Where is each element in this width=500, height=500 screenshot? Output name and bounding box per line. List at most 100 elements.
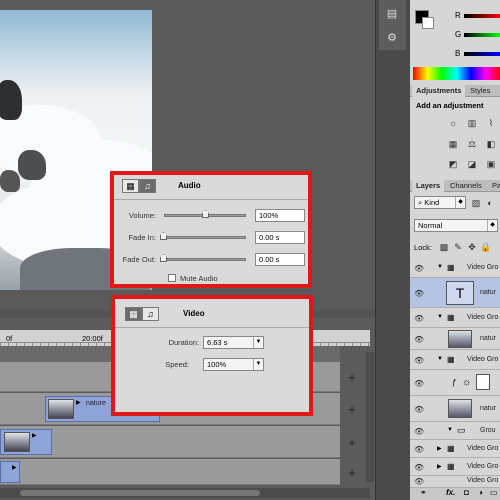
lock-transparent-icon[interactable]: ▩ (438, 241, 450, 253)
video-clip[interactable]: ▶ (0, 461, 20, 483)
layer-row[interactable]: 👁 ▼ ▦ Video Gro (410, 350, 500, 370)
lock-all-icon[interactable]: 🔒 (480, 241, 492, 253)
layer-row-selected[interactable]: 👁 T natur (410, 278, 500, 308)
fade-in-slider[interactable] (164, 236, 246, 239)
tab-paths[interactable]: Pa (488, 180, 500, 192)
kind-filter[interactable]: ⌕ Kind ◆ (414, 196, 466, 209)
expand-arrow-icon[interactable]: ▼ (437, 264, 443, 270)
link-icon[interactable]: ⚭ (420, 488, 427, 497)
folder-icon[interactable]: ▭ (490, 488, 498, 497)
fade-out-label: Fade Out: (122, 255, 156, 264)
eye-icon[interactable]: 👁 (414, 477, 424, 486)
layer-row[interactable]: 👁 ▶ ▦ Video Gro (410, 458, 500, 476)
eye-icon[interactable]: 👁 (414, 463, 424, 472)
video-toggle-icon[interactable]: ▦ (122, 179, 139, 193)
add-media-button[interactable]: + (345, 466, 359, 480)
hue-icon[interactable]: ▦ (447, 138, 459, 150)
threshold-icon[interactable]: ◪ (466, 158, 478, 170)
curves-icon[interactable]: ⌇ (485, 117, 497, 129)
eye-icon[interactable]: 👁 (414, 379, 424, 388)
tab-adjustments[interactable]: Adjustments (412, 85, 466, 97)
layer-name: natur (480, 335, 496, 342)
collapse-arrow-icon[interactable]: ▶ (437, 463, 442, 470)
red-slider[interactable] (464, 14, 500, 18)
fade-out-input[interactable]: 0.00 s (255, 253, 305, 266)
properties-icon[interactable]: ⚙ (382, 30, 402, 46)
layer-row[interactable]: 👁 ▶ ▦ Video Gro (410, 440, 500, 458)
timeline-scrollbar[interactable] (0, 488, 370, 498)
layer-row[interactable]: 👁 ▼ ▦ Video Gro (410, 258, 500, 278)
layer-row[interactable]: 👁 Video Gro (410, 476, 500, 488)
audio-dialog: ▦ ♫ Audio Volume: 100% Fade In: 0.00 s F… (110, 171, 312, 288)
eye-icon[interactable]: 👁 (414, 335, 424, 344)
scrollbar-thumb[interactable] (20, 490, 260, 496)
duration-select[interactable]: 6.63 s ▼ (203, 336, 264, 349)
layer-row[interactable]: 👁 natur (410, 396, 500, 422)
history-icon[interactable]: ▤ (382, 6, 402, 22)
blend-mode-select[interactable]: Normal ◆ (414, 219, 498, 232)
fade-in-input[interactable]: 0.00 s (255, 231, 305, 244)
layer-row[interactable]: 👁 ƒ ☼ (410, 370, 500, 396)
volume-label: Volume: (128, 211, 156, 220)
video-clip[interactable]: ▶ (0, 429, 52, 455)
layer-row[interactable]: 👁 ▼ ▦ Video Gro (410, 308, 500, 328)
eye-icon[interactable]: 👁 (414, 405, 424, 414)
eye-icon[interactable]: 👁 (414, 356, 424, 365)
mute-audio-checkbox[interactable] (168, 274, 176, 282)
clip-thumbnail (48, 399, 74, 419)
brightness-icon[interactable]: ☼ (447, 117, 459, 129)
speed-select[interactable]: 100% ▼ (203, 358, 264, 371)
layer-row[interactable]: 👁 ▼ ▭ Grou (410, 422, 500, 440)
clip-menu-arrow-icon[interactable]: ▶ (76, 399, 81, 406)
clip-thumbnail (4, 432, 30, 452)
adjustment-layer-icon[interactable]: ◑ (478, 488, 483, 497)
audio-toggle-icon[interactable]: ♫ (139, 179, 156, 193)
collapse-arrow-icon[interactable]: ▶ (437, 445, 442, 452)
expand-arrow-icon[interactable]: ▼ (437, 314, 443, 320)
tab-styles[interactable]: Styles (466, 85, 494, 97)
add-media-button[interactable]: + (345, 371, 359, 385)
mask-icon[interactable]: ◘ (464, 488, 469, 497)
color-spectrum[interactable] (413, 67, 500, 80)
fx-button-icon[interactable]: fx. (446, 488, 455, 497)
clip-menu-arrow-icon[interactable]: ▶ (32, 432, 37, 439)
tab-layers[interactable]: Layers (412, 180, 445, 192)
gradient-map-icon[interactable]: ▣ (485, 158, 497, 170)
bw-icon[interactable]: ◧ (485, 138, 497, 150)
eye-icon[interactable]: 👁 (414, 314, 424, 323)
mute-audio-label: Mute Audio (180, 274, 218, 283)
filter-adjust-icon[interactable]: ◐ (484, 197, 496, 209)
eye-icon[interactable]: 👁 (414, 427, 424, 436)
layer-row[interactable]: 👁 natur (410, 328, 500, 350)
lock-brush-icon[interactable]: ✎ (452, 241, 464, 253)
levels-icon[interactable]: ▥ (466, 117, 478, 129)
lock-move-icon[interactable]: ✥ (466, 241, 478, 253)
expand-arrow-icon[interactable]: ▼ (437, 356, 443, 362)
invert-icon[interactable]: ◩ (447, 158, 459, 170)
add-media-button[interactable]: + (345, 403, 359, 417)
tab-channels[interactable]: Channels (446, 180, 486, 192)
eye-icon[interactable]: 👁 (414, 445, 424, 454)
vertical-scrollbar[interactable] (366, 352, 374, 482)
expand-arrow-icon[interactable]: ▼ (447, 427, 453, 433)
eye-icon[interactable]: 👁 (414, 289, 424, 298)
green-slider[interactable] (464, 33, 500, 37)
video-toggle-icon[interactable]: ▦ (125, 307, 142, 321)
volume-slider-handle[interactable] (202, 210, 209, 218)
background-color-swatch[interactable] (422, 17, 434, 29)
fade-in-slider-handle[interactable] (160, 232, 167, 240)
clip-menu-arrow-icon[interactable]: ▶ (12, 464, 17, 471)
blue-label: B (455, 49, 461, 58)
fade-out-slider[interactable] (164, 258, 246, 261)
divider (115, 327, 309, 328)
balance-icon[interactable]: ⚖ (466, 138, 478, 150)
add-media-button[interactable]: + (345, 436, 359, 450)
volume-input[interactable]: 100% (255, 209, 305, 222)
eye-icon[interactable]: 👁 (414, 264, 424, 273)
folder-icon: ▭ (457, 425, 466, 435)
duration-value: 6.63 s (207, 338, 228, 347)
fade-out-slider-handle[interactable] (160, 254, 167, 262)
filter-pixel-icon[interactable]: ▨ (470, 197, 482, 209)
audio-toggle-icon[interactable]: ♫ (142, 307, 159, 321)
blue-slider[interactable] (464, 52, 500, 56)
